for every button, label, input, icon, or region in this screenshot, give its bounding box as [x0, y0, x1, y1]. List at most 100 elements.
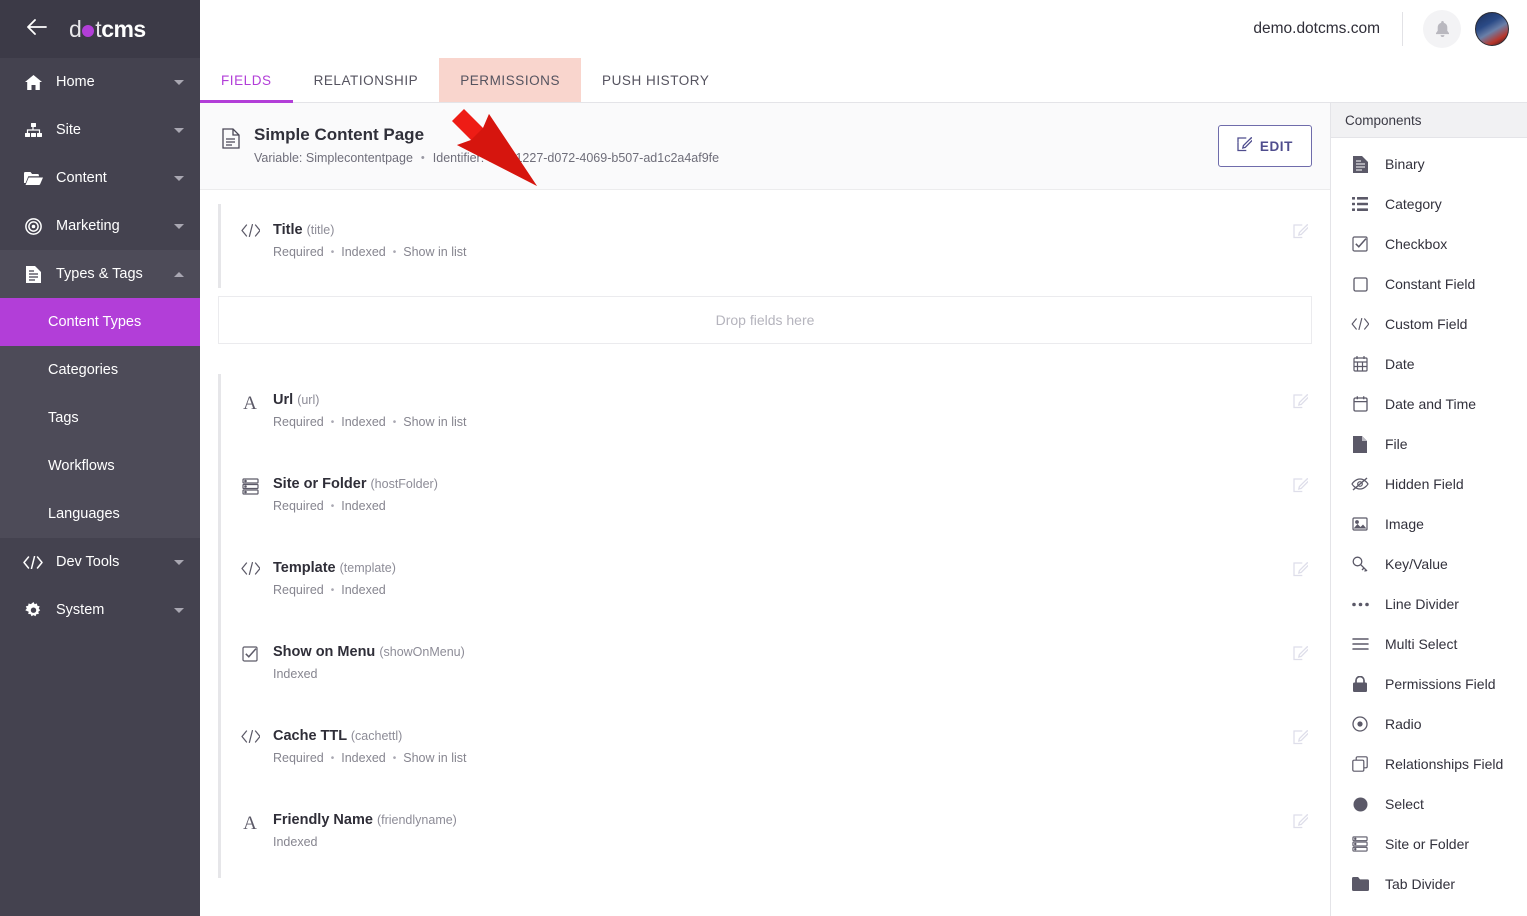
field-edit-icon[interactable] — [1293, 644, 1312, 666]
back-arrow-icon[interactable] — [26, 19, 47, 39]
sidebar-label-marketing: Marketing — [56, 218, 174, 234]
field-meta-indexed: Indexed — [273, 835, 317, 849]
image-icon — [1347, 517, 1373, 531]
component-item-category[interactable]: Category — [1331, 184, 1527, 224]
category-list-icon — [1347, 197, 1373, 211]
component-label: Category — [1385, 196, 1442, 212]
field-meta: Indexed — [273, 667, 1293, 681]
sidebar: dtcms Home Site — [0, 0, 200, 916]
logo-dot-icon — [82, 25, 94, 37]
drop-zone[interactable]: Drop fields here — [218, 296, 1312, 344]
field-row-friendly-name[interactable]: A Friendly Name (friendlyname) Indexed — [218, 794, 1312, 878]
field-title-row: Friendly Name (friendlyname) — [273, 812, 1293, 828]
sidebar-item-workflows[interactable]: Workflows — [0, 442, 200, 490]
component-item-site-or-folder[interactable]: Site or Folder — [1331, 824, 1527, 864]
chevron-down-icon[interactable] — [174, 128, 184, 133]
sidebar-label-categories: Categories — [48, 362, 118, 378]
component-item-date[interactable]: Date — [1331, 344, 1527, 384]
radio-button-icon — [1347, 716, 1373, 732]
components-list: Binary Category Checkbox — [1331, 138, 1527, 916]
sidebar-item-languages[interactable]: Languages — [0, 490, 200, 538]
component-item-tab-divider[interactable]: Tab Divider — [1331, 864, 1527, 904]
dotcms-logo: dtcms — [69, 16, 146, 43]
field-row-cache-ttl[interactable]: Cache TTL (cachettl) Required • Indexed … — [218, 710, 1312, 794]
sidebar-item-site[interactable]: Site — [0, 106, 200, 154]
filled-circle-icon — [1347, 797, 1373, 812]
chevron-down-icon[interactable] — [174, 560, 184, 565]
meta-separator: • — [331, 417, 335, 428]
tab-push-history[interactable]: PUSH HISTORY — [581, 58, 730, 102]
component-item-custom-field[interactable]: Custom Field — [1331, 304, 1527, 344]
chevron-down-icon[interactable] — [174, 224, 184, 229]
component-label: Relationships Field — [1385, 756, 1503, 772]
sidebar-item-dev-tools[interactable]: Dev Tools — [0, 538, 200, 586]
component-item-line-divider[interactable]: Line Divider — [1331, 584, 1527, 624]
sidebar-item-tags[interactable]: Tags — [0, 394, 200, 442]
tab-fields[interactable]: FIELDS — [200, 58, 293, 102]
field-edit-icon[interactable] — [1293, 560, 1312, 582]
field-variable: (hostFolder) — [371, 477, 438, 491]
sidebar-label-site: Site — [56, 122, 174, 138]
field-row-site-or-folder[interactable]: Site or Folder (hostFolder) Required • I… — [218, 458, 1312, 542]
component-item-select[interactable]: Select — [1331, 784, 1527, 824]
avatar[interactable] — [1475, 12, 1509, 46]
tab-label-fields: FIELDS — [221, 73, 272, 88]
component-item-permissions-field[interactable]: Permissions Field — [1331, 664, 1527, 704]
tab-label-permissions: PERMISSIONS — [460, 73, 560, 88]
component-item-date-and-time[interactable]: Date and Time — [1331, 384, 1527, 424]
field-meta-indexed: Indexed — [341, 583, 385, 597]
sidebar-item-content-types[interactable]: Content Types — [0, 298, 200, 346]
tab-relationship[interactable]: RELATIONSHIP — [293, 58, 440, 102]
component-item-constant-field[interactable]: Constant Field — [1331, 264, 1527, 304]
field-body: Site or Folder (hostFolder) Required • I… — [265, 476, 1293, 513]
component-item-multi-select[interactable]: Multi Select — [1331, 624, 1527, 664]
logo-d: d — [69, 16, 81, 43]
field-row-show-on-menu[interactable]: Show on Menu (showOnMenu) Indexed — [218, 626, 1312, 710]
field-label: Title — [273, 222, 303, 238]
tab-permissions[interactable]: PERMISSIONS — [439, 58, 581, 102]
chevron-up-icon[interactable] — [174, 272, 184, 277]
field-edit-icon[interactable] — [1293, 728, 1312, 750]
chevron-down-icon[interactable] — [174, 176, 184, 181]
tab-label-relationship: RELATIONSHIP — [314, 73, 419, 88]
checkbox-icon — [1347, 236, 1373, 252]
field-edit-icon[interactable] — [1293, 476, 1312, 498]
component-item-hidden-field[interactable]: Hidden Field — [1331, 464, 1527, 504]
component-item-image[interactable]: Image — [1331, 504, 1527, 544]
field-row-url[interactable]: A Url (url) Required • Indexed • — [218, 374, 1312, 458]
field-meta-required: Required — [273, 751, 324, 765]
sidebar-item-home[interactable]: Home — [0, 58, 200, 106]
field-row-title[interactable]: Title (title) Required • Indexed • Show … — [218, 204, 1312, 288]
field-edit-icon[interactable] — [1293, 812, 1312, 834]
bell-icon[interactable] — [1423, 10, 1461, 48]
chevron-down-icon[interactable] — [174, 80, 184, 85]
square-outline-icon — [1347, 277, 1373, 292]
field-meta-indexed: Indexed — [341, 499, 385, 513]
components-panel: Components Binary Category — [1331, 103, 1527, 916]
sidebar-item-categories[interactable]: Categories — [0, 346, 200, 394]
sidebar-label-tags: Tags — [48, 410, 79, 426]
component-label: Custom Field — [1385, 316, 1467, 332]
field-edit-icon[interactable] — [1293, 222, 1312, 244]
content-split: Simple Content Page Variable: Simplecont… — [200, 103, 1527, 916]
sitemap-icon — [22, 123, 44, 138]
sidebar-item-system[interactable]: System — [0, 586, 200, 634]
field-edit-icon[interactable] — [1293, 392, 1312, 414]
component-item-checkbox[interactable]: Checkbox — [1331, 224, 1527, 264]
field-row-template[interactable]: Template (template) Required • Indexed — [218, 542, 1312, 626]
sidebar-label-types-and-tags: Types & Tags — [56, 266, 174, 282]
meta-separator: • — [331, 501, 335, 512]
chevron-down-icon[interactable] — [174, 608, 184, 613]
edit-button[interactable]: EDIT — [1218, 125, 1312, 167]
component-item-file[interactable]: File — [1331, 424, 1527, 464]
component-item-binary[interactable]: Binary — [1331, 144, 1527, 184]
component-item-relationships-field[interactable]: Relationships Field — [1331, 744, 1527, 784]
custom-field-code-icon — [235, 728, 265, 743]
component-item-radio[interactable]: Radio — [1331, 704, 1527, 744]
sidebar-item-marketing[interactable]: Marketing — [0, 202, 200, 250]
field-meta-indexed: Indexed — [341, 245, 385, 259]
sidebar-item-content[interactable]: Content — [0, 154, 200, 202]
component-item-key-value[interactable]: Key/Value — [1331, 544, 1527, 584]
sidebar-item-types-and-tags[interactable]: Types & Tags — [0, 250, 200, 298]
field-meta: Required • Indexed • Show in list — [273, 245, 1293, 259]
